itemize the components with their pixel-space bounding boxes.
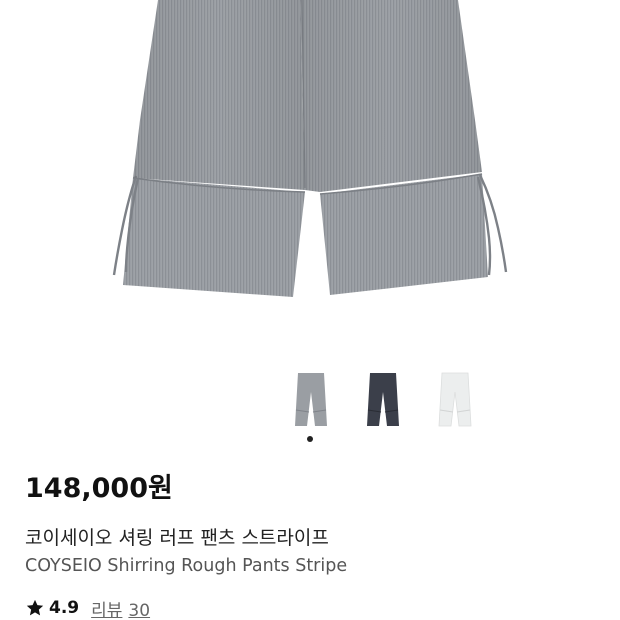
swatch-charcoal-navy[interactable] xyxy=(358,370,408,430)
review-link[interactable]: 리뷰 30 xyxy=(91,596,150,620)
rating-row: 4.9 리뷰 30 xyxy=(25,596,150,620)
product-name-english: COYSEIO Shirring Rough Pants Stripe xyxy=(25,556,348,576)
product-price: 148,000원 xyxy=(25,473,173,504)
color-swatch-list xyxy=(0,370,620,430)
rating-value: 4.9 xyxy=(49,598,80,618)
product-hero-image[interactable] xyxy=(0,0,620,355)
swatch-white[interactable] xyxy=(430,370,480,430)
swatch-stripe-gray[interactable] xyxy=(286,370,336,430)
review-label: 리뷰 xyxy=(91,600,123,620)
review-count: 30 xyxy=(128,600,151,620)
product-page: 148,000원 코이세이오 셔링 러프 팬츠 스트라이프 COYSEIO Sh… xyxy=(0,0,620,620)
star-icon xyxy=(25,598,45,618)
product-name-korean: 코이세이오 셔링 러프 팬츠 스트라이프 xyxy=(25,527,329,549)
carousel-dot-indicator xyxy=(307,436,313,442)
